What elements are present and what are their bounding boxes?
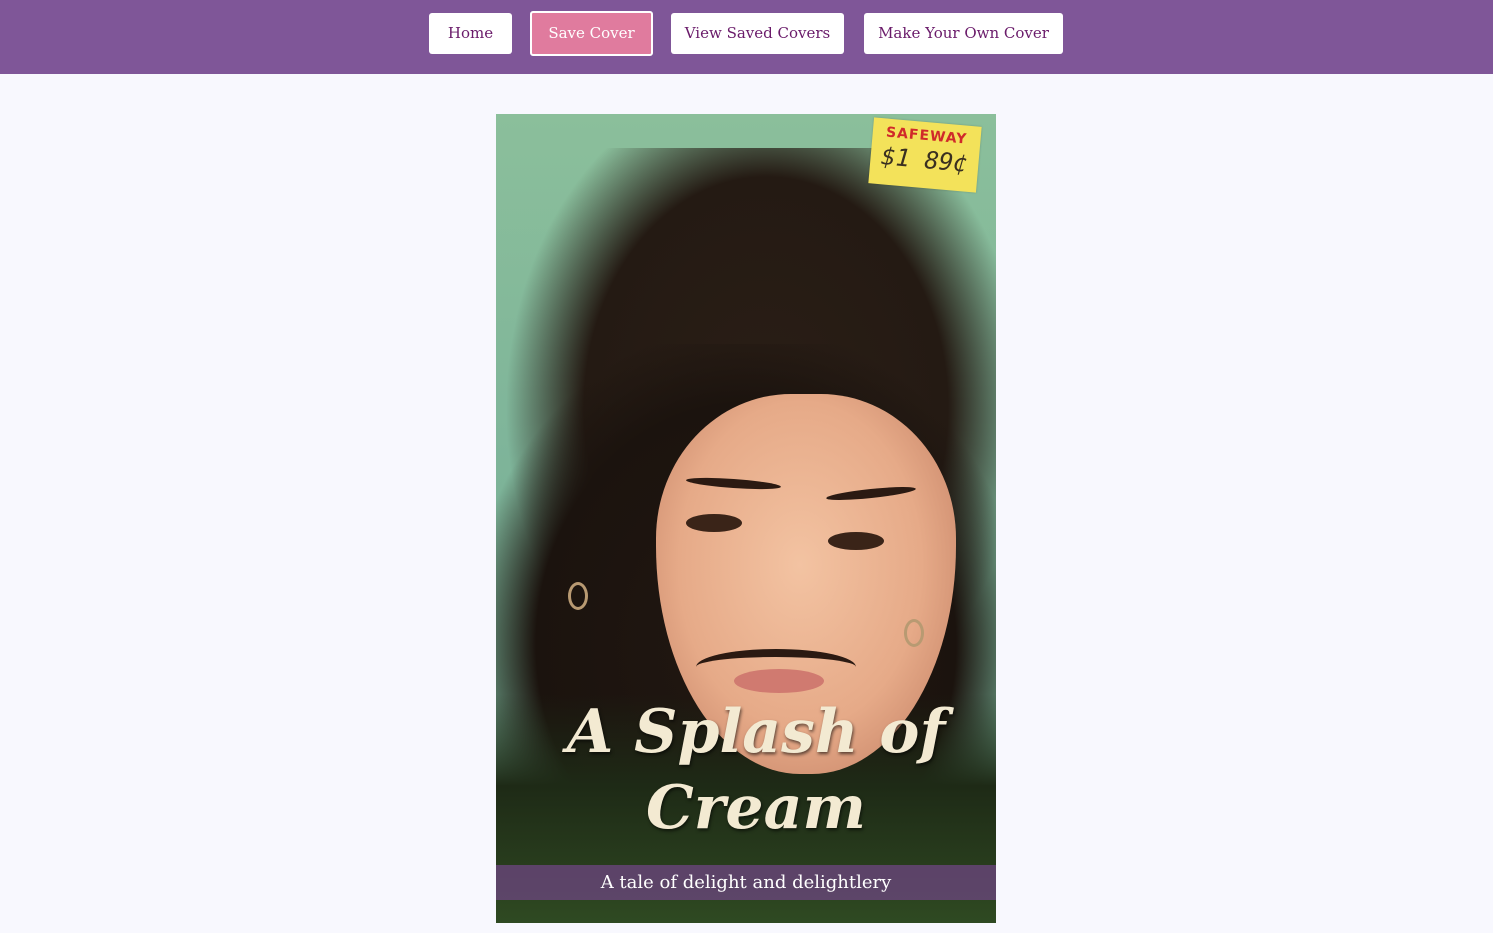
cover-title: A Splash of Cream [566, 697, 946, 843]
cover-tagline: A tale of delight and delightlery [600, 872, 892, 893]
price-sticker: SAFEWAY $1 89¢ [868, 117, 982, 193]
cover-image-left-eye [686, 514, 742, 532]
book-cover: SAFEWAY $1 89¢ A Splash of Cream A tale … [496, 114, 996, 923]
make-your-own-cover-button[interactable]: Make Your Own Cover [864, 13, 1063, 54]
top-nav-bar: Home Save Cover View Saved Covers Make Y… [0, 0, 1493, 74]
save-cover-button[interactable]: Save Cover [530, 11, 653, 56]
cover-image-right-eye [828, 532, 884, 550]
tagline-band: A tale of delight and delightlery [496, 865, 996, 900]
cover-image-right-earring [904, 619, 924, 647]
cover-image-left-earring [568, 582, 588, 610]
home-button[interactable]: Home [429, 13, 512, 54]
view-saved-covers-button[interactable]: View Saved Covers [671, 13, 844, 54]
cover-image-lips [734, 669, 824, 693]
